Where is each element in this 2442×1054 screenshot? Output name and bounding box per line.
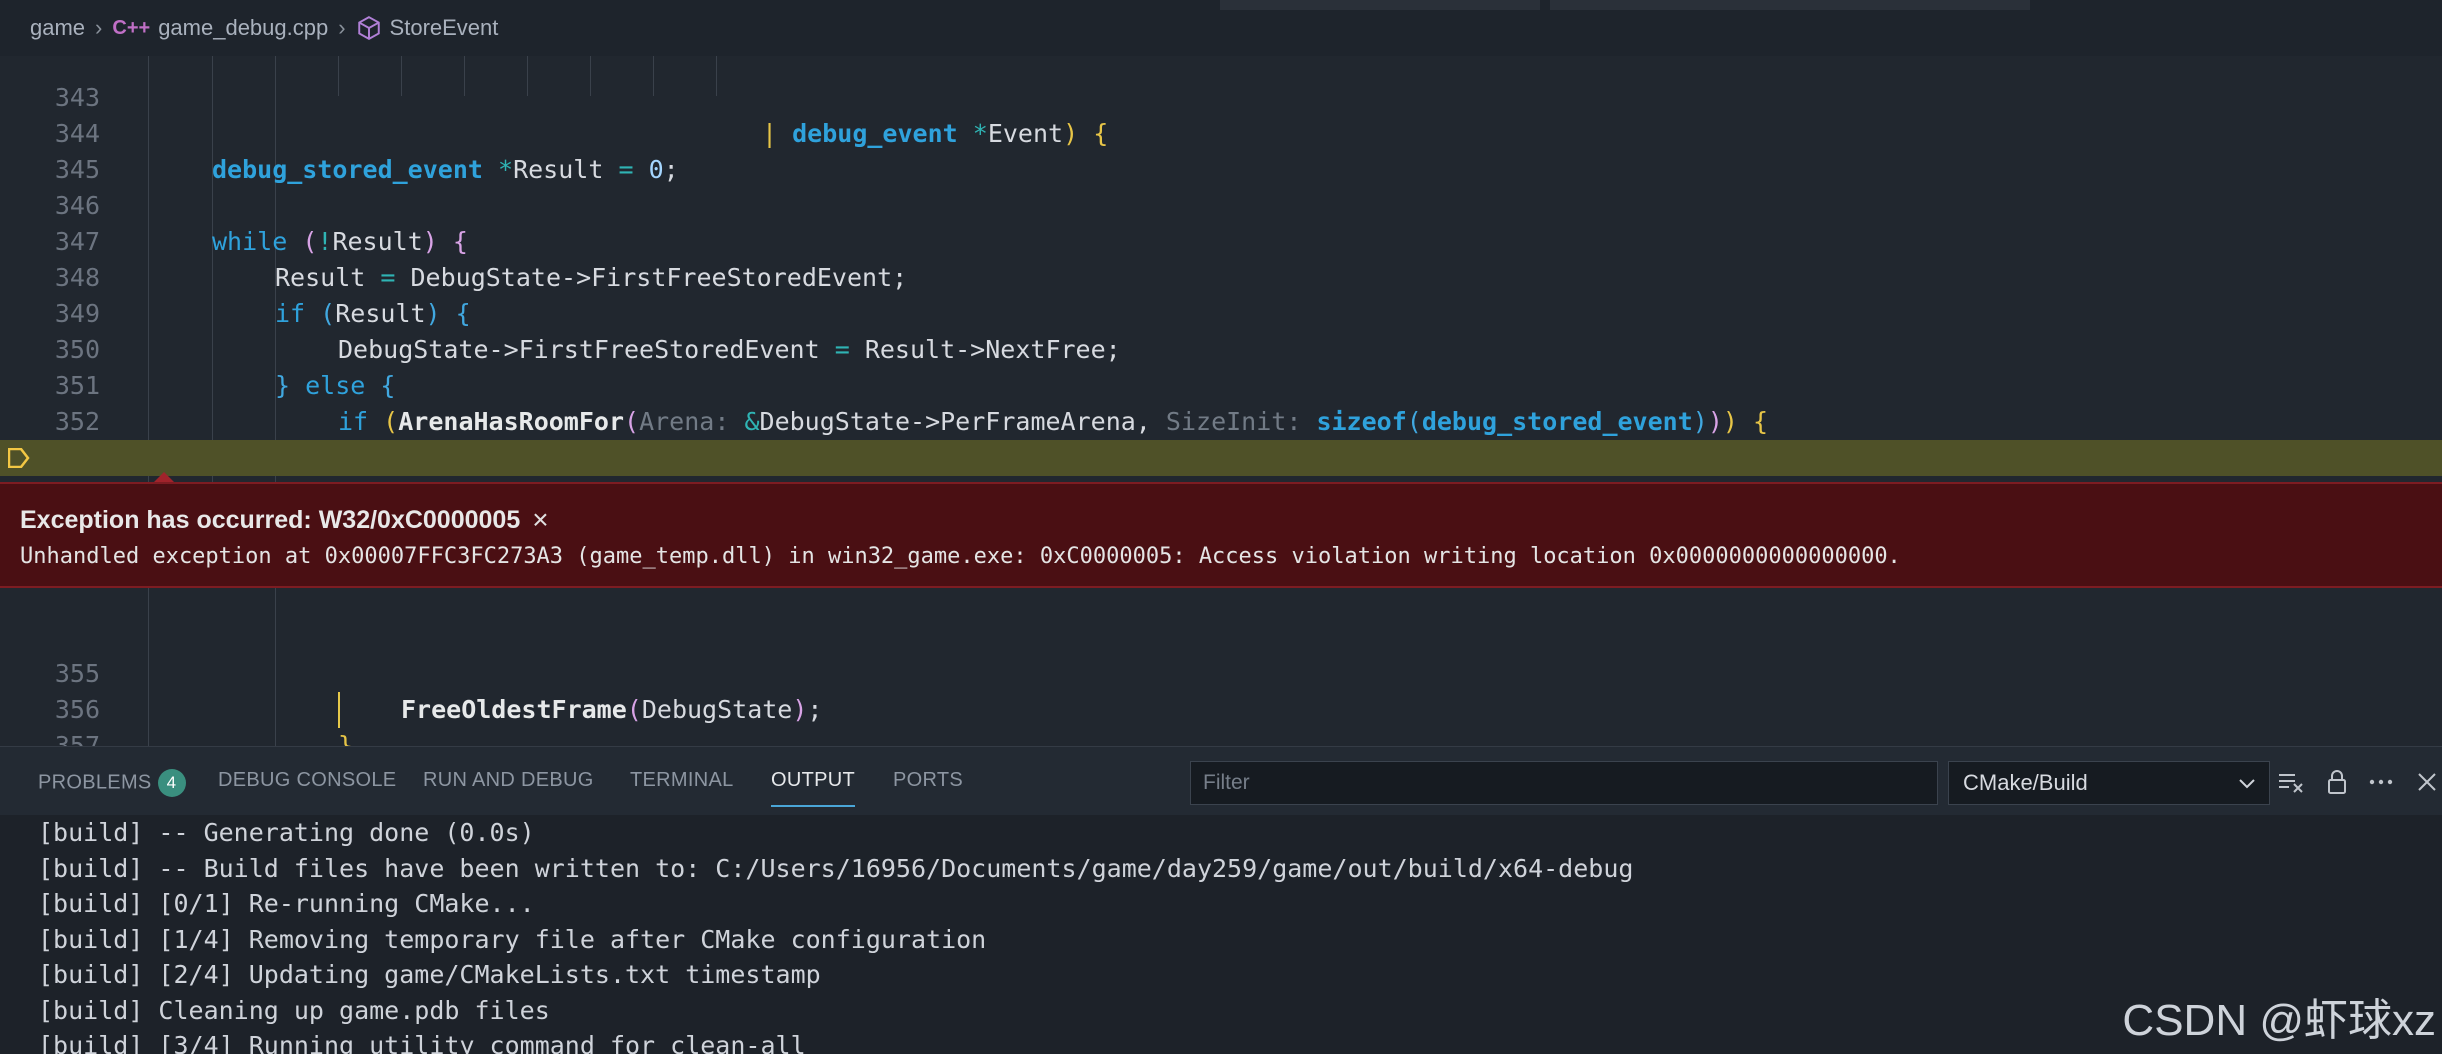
tab-debug-console[interactable]: DEBUG CONSOLE — [218, 769, 396, 792]
exception-title: Exception has occurred: W32/0xC0000005 — [20, 505, 521, 534]
code-line[interactable]: 346 while (!Result) { — [0, 152, 2442, 256]
chevron-right-icon: › — [95, 15, 103, 40]
output-line: [build] Cleaning up game.pdb files — [38, 995, 550, 1025]
watermark: CSDN @虾球xz — [2122, 996, 2436, 1045]
breadcrumb-file-label: game_debug.cpp — [158, 15, 329, 40]
breadcrumb-symbol[interactable]: StoreEvent — [356, 15, 499, 41]
code-line[interactable]: 351 if (ArenaHasRoomFor(Arena: &DebugSta… — [0, 332, 2442, 436]
exception-widget: Exception has occurred: W32/0xC0000005 ×… — [0, 472, 2442, 588]
code-line[interactable]: 348 if (Result) { — [0, 224, 2442, 328]
exception-caret — [154, 472, 174, 482]
chevron-down-icon — [2239, 779, 2255, 789]
tab-label: PROBLEMS — [38, 771, 152, 794]
cpp-file-icon: C++ — [112, 16, 151, 39]
code-line[interactable]: 353 } else { — [0, 404, 2442, 508]
debug-pointer-icon — [8, 448, 30, 468]
tab-strip-segment — [1220, 0, 1540, 10]
exception-title-row: Exception has occurred: W32/0xC0000005 × — [20, 504, 549, 536]
breadcrumb-file[interactable]: C++ game_debug.cpp — [112, 15, 328, 41]
code-line[interactable]: 350 } else { — [0, 296, 2442, 400]
tab-terminal[interactable]: TERMINAL — [630, 769, 734, 792]
code-line[interactable]: 357 } — [0, 692, 2442, 746]
chevron-right-icon: › — [338, 15, 346, 40]
output-line: [build] -- Generating done (0.0s) — [38, 818, 535, 847]
code-line[interactable]: 356 } — [0, 656, 2442, 746]
tab-ports[interactable]: PORTS — [893, 769, 963, 792]
code-line[interactable]: 344 debug_stored_event *Result = 0; — [0, 80, 2442, 184]
code-line[interactable]: 347 Result = DebugState->FirstFreeStored… — [0, 188, 2442, 292]
output-line: [build] [1/4] Removing temporary file af… — [38, 924, 987, 954]
code-editor[interactable]: 343 | debug_event *Event) { 344 debug_st… — [0, 56, 2442, 746]
tab-problems[interactable]: PROBLEMS 4 — [38, 769, 186, 797]
code-line[interactable]: 352 Result = PushStruct(Arena: &DebugSta… — [0, 368, 2442, 472]
tab-run-and-debug[interactable]: RUN AND DEBUG — [423, 769, 594, 792]
problems-count-badge: 4 — [157, 769, 186, 797]
close-icon[interactable]: × — [532, 504, 548, 536]
code-line[interactable]: 355 FreeOldestFrame(DebugState); — [0, 620, 2442, 728]
clear-output-icon[interactable] — [2276, 767, 2306, 797]
more-actions-icon[interactable] — [2366, 767, 2396, 797]
breadcrumb-symbol-label: StoreEvent — [389, 15, 499, 40]
tab-output[interactable]: OUTPUT — [771, 769, 856, 807]
output-line: [build] [2/4] Updating game/CMakeLists.t… — [38, 960, 821, 989]
code-line[interactable]: 343 | debug_event *Event) { — [0, 56, 2442, 148]
code-line[interactable]: 345 — [0, 116, 2442, 184]
output-log[interactable]: [build] -- Generating done (0.0s) [build… — [38, 815, 1633, 1054]
output-line: [build] -- Build files have been written… — [38, 853, 1634, 883]
exception-message: Unhandled exception at 0x00007FFC3FC273A… — [20, 544, 1901, 569]
breadcrumb-folder[interactable]: game — [30, 15, 85, 41]
code-line[interactable]: 349 DebugState->FirstFreeStoredEvent = R… — [0, 260, 2442, 364]
tab-strip-segment — [1550, 0, 2030, 10]
output-line: [build] [0/1] Re-running CMake... — [38, 889, 535, 918]
output-line: [build] [3/4] Running utility command fo… — [38, 1031, 806, 1054]
current-execution-line[interactable]: 354 Assert(DebugState->OldestFrame); — [0, 440, 2442, 584]
lock-icon[interactable] — [2322, 767, 2352, 797]
output-channel-select[interactable]: CMake/Build — [1948, 761, 2270, 805]
bottom-panel: PROBLEMS 4 DEBUG CONSOLE RUN AND DEBUG TE… — [0, 746, 2442, 1054]
symbol-method-icon — [357, 16, 380, 40]
output-filter-input[interactable] — [1190, 761, 1938, 805]
breadcrumb-folder-label: game — [30, 15, 86, 40]
output-channel-value: CMake/Build — [1963, 770, 2088, 795]
close-panel-icon[interactable] — [2412, 767, 2442, 797]
code-line[interactable]: 358 } — [0, 728, 2442, 746]
panel-header: PROBLEMS 4 DEBUG CONSOLE RUN AND DEBUG TE… — [0, 747, 2442, 815]
